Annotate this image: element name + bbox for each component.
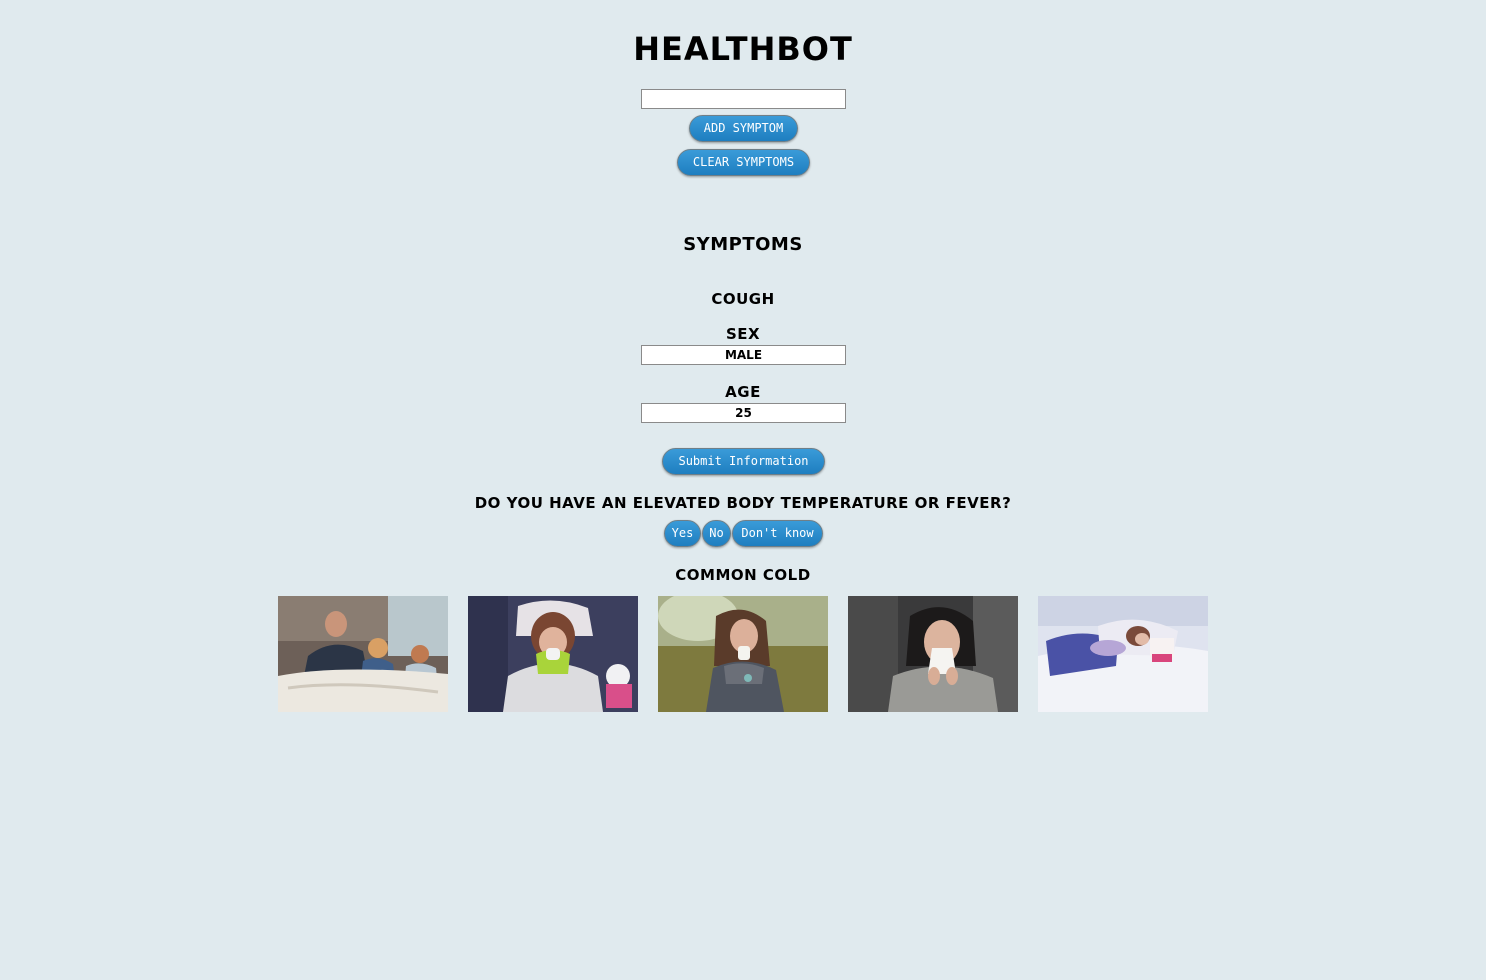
age-field[interactable] [641,403,846,423]
diagnosis-heading: COMMON COLD [675,566,811,584]
symptom-list-item: COUGH [711,290,775,308]
page-title: HEALTHBOT [633,30,853,68]
sex-field[interactable] [641,345,846,365]
fever-question: DO YOU HAVE AN ELEVATED BODY TEMPERATURE… [474,494,1012,512]
submit-information-button[interactable]: Submit Information [662,448,825,475]
symptom-input[interactable] [641,89,846,109]
add-symptom-button[interactable]: ADD SYMPTOM [689,115,798,142]
clear-symptoms-button[interactable]: CLEAR SYMPTOMS [677,149,810,176]
answer-dont-know-button[interactable]: Don't know [732,520,823,547]
symptoms-heading: SYMPTOMS [683,234,803,255]
sex-label: SEX [725,325,761,343]
answer-no-button[interactable]: No [702,520,731,547]
answer-yes-button[interactable]: Yes [664,520,701,547]
photo-father-children-in-bed [278,596,448,712]
photo-woman-in-bed [1038,596,1208,712]
photo-woman-blowing-nose [468,596,638,712]
photo-woman-sneezing [848,596,1018,712]
photo-woman-with-tissue-outdoors [658,596,828,712]
age-label: AGE [725,383,761,401]
